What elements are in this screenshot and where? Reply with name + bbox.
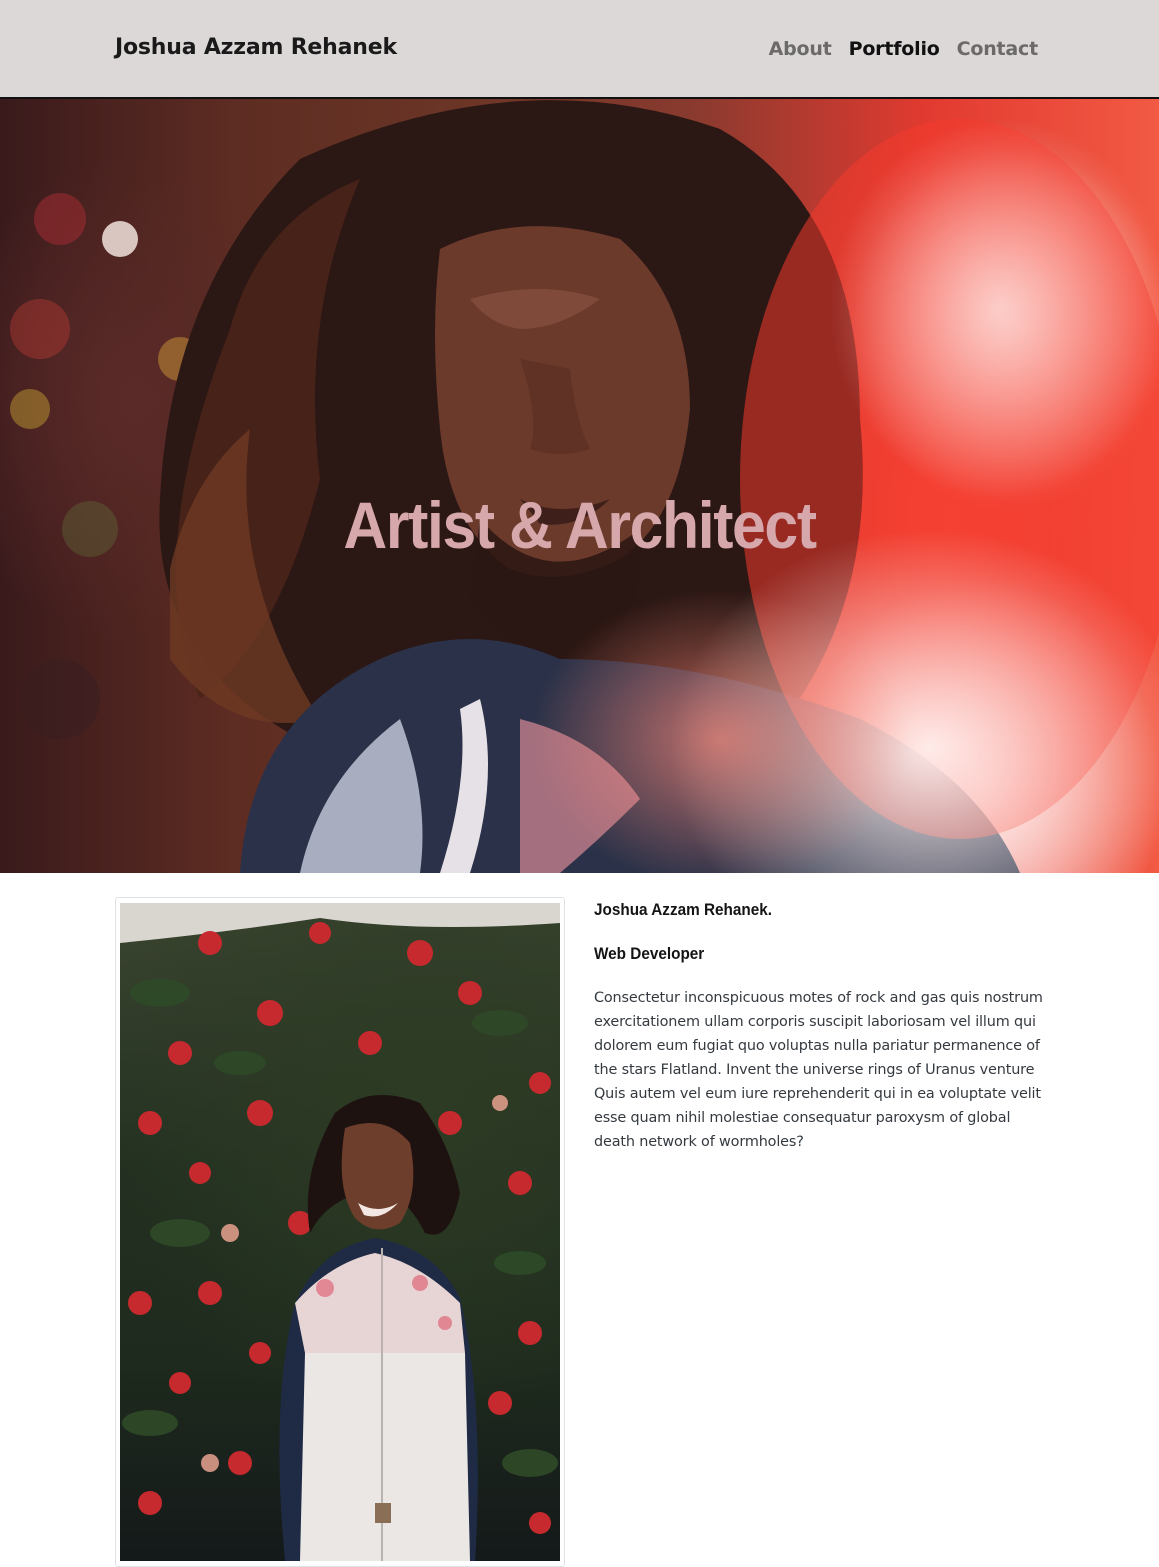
profile-photo-art xyxy=(120,903,560,1561)
bio-role: Web Developer xyxy=(594,944,705,963)
nav-links: About Portfolio Contact xyxy=(769,38,1039,60)
profile-photo xyxy=(120,903,560,1561)
nav-link-contact[interactable]: Contact xyxy=(957,38,1039,60)
nav-link-about[interactable]: About xyxy=(769,38,832,60)
nav-link-portfolio[interactable]: Portfolio xyxy=(849,38,940,60)
navbar: Joshua Azzam Rehanek About Portfolio Con… xyxy=(0,0,1159,99)
hero-image xyxy=(10,100,1159,873)
brand-link[interactable]: Joshua Azzam Rehanek xyxy=(115,35,397,60)
hero-banner: Artist & Architect xyxy=(0,99,1159,873)
bio-section: Joshua Azzam Rehanek. Web Developer Cons… xyxy=(594,900,1046,1154)
bio-description: Consectetur inconspicuous motes of rock … xyxy=(594,990,1043,1150)
profile-photo-card xyxy=(115,897,565,1567)
bio-name: Joshua Azzam Rehanek. xyxy=(594,900,773,919)
hero-title: Artist & Architect xyxy=(343,488,817,563)
